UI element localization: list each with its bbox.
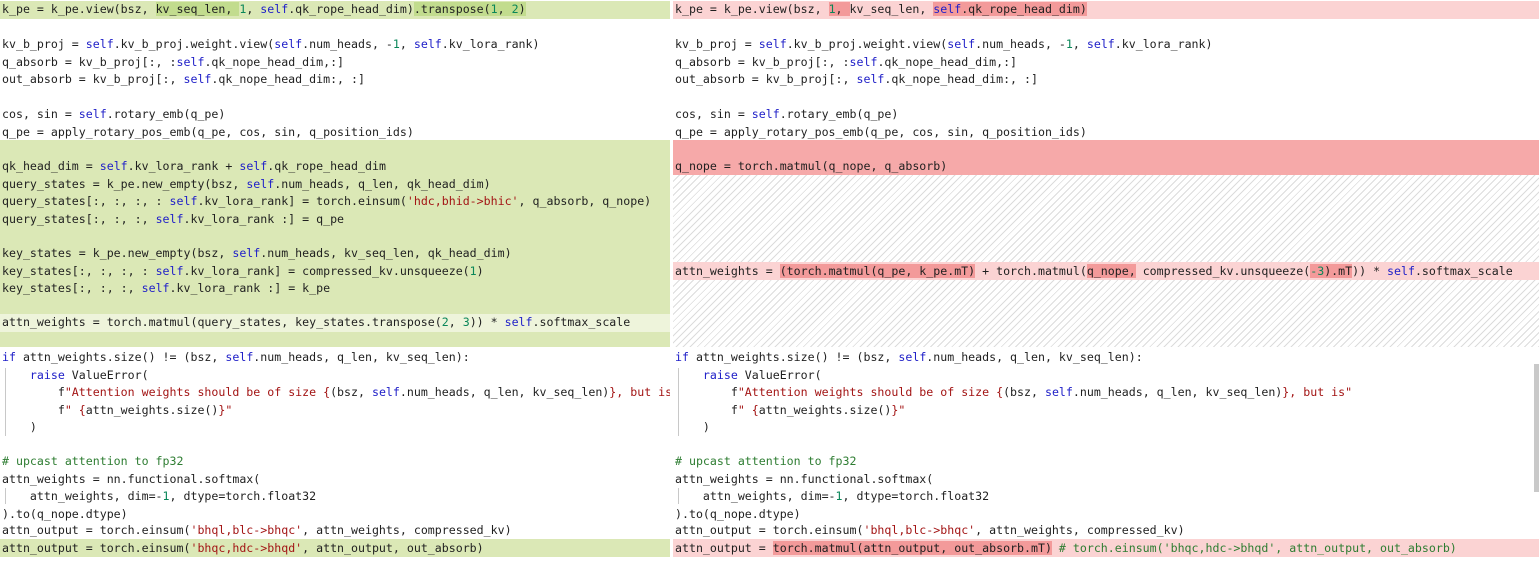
code-line[interactable]: ).to(q_nope.dtype) [673, 506, 1539, 524]
code-line[interactable]: key_states = k_pe.new_empty(bsz, self.nu… [0, 245, 670, 263]
code-line[interactable]: if attn_weights.size() != (bsz, self.num… [0, 349, 670, 367]
code-line[interactable]: attn_output = torch.einsum('bhql,blc->bh… [673, 522, 1539, 540]
code-line[interactable]: attn_weights = (torch.matmul(q_pe, k_pe.… [673, 263, 1539, 281]
indent-guide [5, 368, 6, 436]
indent-guide [5, 488, 6, 504]
code-line[interactable]: q_absorb = kv_b_proj[:, :self.qk_nope_he… [673, 54, 1539, 72]
code-line[interactable]: ) [673, 419, 1539, 437]
code-line[interactable]: out_absorb = kv_b_proj[:, self.qk_nope_h… [673, 71, 1539, 89]
code-line[interactable]: query_states[:, :, :, self.kv_lora_rank … [0, 211, 670, 229]
right-pane[interactable]: k_pe = k_pe.view(bsz, 1, kv_seq_len, sel… [673, 0, 1539, 562]
code-line[interactable]: attn_output = torch.einsum('bhqc,hdc->bh… [0, 540, 670, 558]
code-line[interactable]: f" {attn_weights.size()}" [0, 402, 670, 420]
code-line[interactable]: cos, sin = self.rotary_emb(q_pe) [673, 106, 1539, 124]
code-line[interactable]: attn_weights, dim=-1, dtype=torch.float3… [0, 488, 670, 506]
code-line[interactable]: q_nope = torch.matmul(q_nope, q_absorb) [673, 158, 1539, 176]
code-line[interactable]: attn_output = torch.einsum('bhql,blc->bh… [0, 522, 670, 540]
code-line[interactable]: attn_weights = nn.functional.softmax( [0, 471, 670, 489]
code-line[interactable]: f" {attn_weights.size()}" [673, 402, 1539, 420]
code-line[interactable]: attn_weights = torch.matmul(query_states… [0, 314, 670, 332]
code-line[interactable]: if attn_weights.size() != (bsz, self.num… [673, 349, 1539, 367]
code-line[interactable]: ) [0, 419, 670, 437]
code-line[interactable]: q_pe = apply_rotary_pos_emb(q_pe, cos, s… [0, 124, 670, 142]
code-line[interactable]: q_pe = apply_rotary_pos_emb(q_pe, cos, s… [673, 124, 1539, 142]
code-comment[interactable]: # upcast attention to fp32 [0, 453, 670, 471]
code-line[interactable]: cos, sin = self.rotary_emb(q_pe) [0, 106, 670, 124]
code-line[interactable]: f"Attention weights should be of size {(… [0, 384, 670, 402]
code-line[interactable]: k_pe = k_pe.view(bsz, 1, kv_seq_len, sel… [673, 1, 1539, 19]
diff-viewer: k_pe = k_pe.view(bsz, kv_seq_len, 1, sel… [0, 0, 1539, 562]
code-comment[interactable]: # upcast attention to fp32 [673, 453, 1539, 471]
code-line[interactable]: query_states[:, :, :, : self.kv_lora_ran… [0, 193, 670, 211]
code-line[interactable]: attn_output = torch.matmul(attn_output, … [673, 540, 1539, 558]
indent-guide [678, 368, 679, 436]
code-line[interactable]: out_absorb = kv_b_proj[:, self.qk_nope_h… [0, 71, 670, 89]
code-line[interactable]: raise ValueError( [673, 367, 1539, 385]
code-line[interactable]: q_absorb = kv_b_proj[:, :self.qk_nope_he… [0, 54, 670, 72]
code-line[interactable]: k_pe = k_pe.view(bsz, kv_seq_len, 1, sel… [0, 1, 670, 19]
code-line[interactable]: kv_b_proj = self.kv_b_proj.weight.view(s… [0, 36, 670, 54]
code-line[interactable]: query_states = k_pe.new_empty(bsz, self.… [0, 176, 670, 194]
code-line[interactable]: attn_weights, dim=-1, dtype=torch.float3… [673, 488, 1539, 506]
code-line[interactable]: f"Attention weights should be of size {(… [673, 384, 1539, 402]
code-line[interactable]: ).to(q_nope.dtype) [0, 506, 670, 524]
code-line[interactable]: key_states[:, :, :, self.kv_lora_rank :]… [0, 280, 670, 298]
vertical-scrollbar[interactable] [1534, 364, 1539, 492]
code-line[interactable]: qk_head_dim = self.kv_lora_rank + self.q… [0, 158, 670, 176]
left-pane[interactable]: k_pe = k_pe.view(bsz, kv_seq_len, 1, sel… [0, 0, 670, 562]
code-line[interactable]: kv_b_proj = self.kv_b_proj.weight.view(s… [673, 36, 1539, 54]
filler-hatch [673, 280, 1539, 347]
code-line[interactable]: attn_weights = nn.functional.softmax( [673, 471, 1539, 489]
code-line[interactable]: raise ValueError( [0, 367, 670, 385]
indent-guide [678, 488, 679, 504]
code-line[interactable]: key_states[:, :, :, : self.kv_lora_rank]… [0, 263, 670, 281]
filler-hatch [673, 175, 1539, 262]
